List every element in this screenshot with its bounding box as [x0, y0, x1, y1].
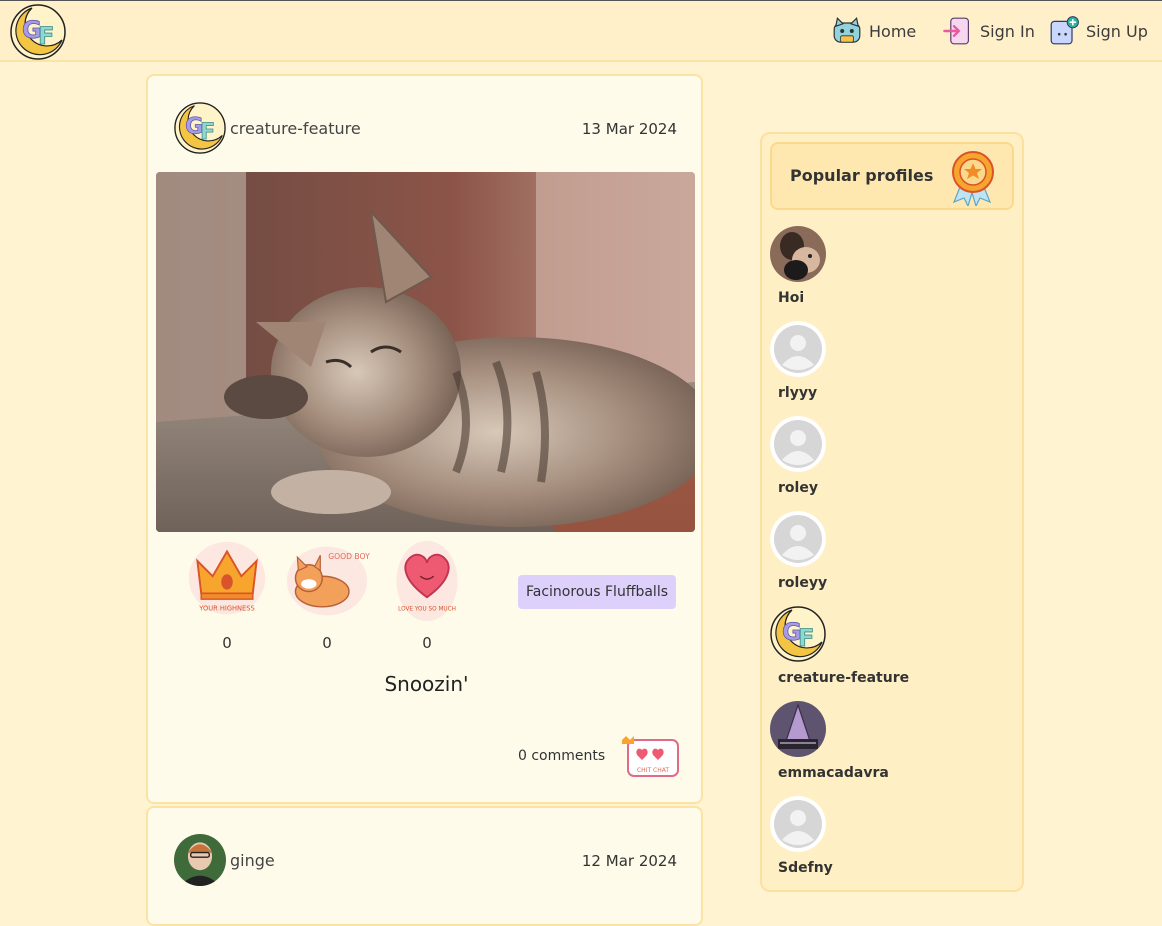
reaction-love-you-button[interactable]: LOVE YOU SO MUCH 0: [382, 536, 472, 652]
nav-sign-in-link[interactable]: Sign In: [942, 15, 1035, 47]
profile-name[interactable]: roleyy: [778, 575, 970, 591]
author-name[interactable]: ginge: [230, 851, 275, 870]
post-date: 13 Mar 2024: [581, 120, 677, 138]
popular-profiles-header: Popular profiles: [770, 142, 1014, 210]
reaction-your-highness-button[interactable]: YOUR HIGHNESS 0: [182, 536, 272, 652]
author-avatar[interactable]: [174, 834, 226, 886]
kitten-photo: [156, 172, 695, 532]
profile-item[interactable]: emmacadavra: [770, 701, 970, 781]
reaction-good-boy-button[interactable]: GOOD BOY 0: [282, 536, 372, 652]
post-card: creature-feature 13 Mar 2024 YOUR HIGHNE…: [146, 74, 703, 804]
popular-profiles-title: Popular profiles: [790, 166, 934, 185]
popular-profiles-panel: Popular profiles Hoi rlyyy roley roleyy: [760, 132, 1024, 892]
profile-avatar[interactable]: [770, 226, 826, 282]
crown-sticker-icon: YOUR HIGHNESS: [188, 541, 266, 615]
default-avatar-icon[interactable]: [770, 321, 826, 377]
default-avatar-icon[interactable]: [770, 511, 826, 567]
nav-sign-in-label: Sign In: [980, 21, 1035, 41]
chit-chat-comment-icon[interactable]: CHIT CHAT: [620, 734, 684, 784]
author-avatar[interactable]: [174, 102, 226, 154]
post-image[interactable]: [156, 172, 695, 532]
nav-sign-up-label: Sign Up: [1086, 21, 1148, 41]
profile-item[interactable]: creature-feature: [770, 606, 970, 686]
reaction-count: 0: [422, 634, 432, 652]
profile-item[interactable]: roleyy: [770, 511, 970, 591]
category-badge[interactable]: Facinorous Fluffballs: [518, 575, 677, 609]
corgi-sticker-icon: GOOD BOY: [286, 546, 370, 616]
award-ribbon-icon: [952, 151, 994, 206]
post-date: 12 Mar 2024: [581, 852, 677, 870]
comments-count-link[interactable]: 0 comments: [518, 748, 605, 764]
profile-item[interactable]: Sdefny: [770, 796, 970, 876]
post-author[interactable]: creature-feature: [174, 102, 361, 154]
profile-item[interactable]: Hoi: [770, 226, 970, 306]
nav-home-link[interactable]: Home: [831, 15, 916, 47]
nav-sign-up-link[interactable]: Sign Up: [1048, 15, 1148, 47]
reaction-count: 0: [322, 634, 332, 652]
default-avatar-icon[interactable]: [770, 796, 826, 852]
sticker-text: YOUR HIGHNESS: [198, 605, 254, 613]
profile-avatar[interactable]: [770, 606, 826, 662]
site-logo[interactable]: [10, 4, 66, 60]
profile-name[interactable]: creature-feature: [778, 670, 970, 686]
profile-item[interactable]: rlyyy: [770, 321, 970, 401]
sign-in-icon: [943, 17, 969, 45]
svg-text:CHIT CHAT: CHIT CHAT: [637, 767, 669, 774]
profile-item[interactable]: roley: [770, 416, 970, 496]
post-card: ginge 12 Mar 2024: [146, 806, 703, 926]
post-title: Snoozin': [384, 672, 469, 696]
sticker-text: GOOD BOY: [328, 552, 370, 561]
profile-avatar[interactable]: [770, 701, 826, 757]
sign-up-icon: [1050, 16, 1079, 45]
cat-home-icon: [833, 16, 861, 43]
reaction-count: 0: [222, 634, 232, 652]
post-author[interactable]: ginge: [174, 834, 275, 886]
author-name[interactable]: creature-feature: [230, 119, 361, 138]
nav-home-label: Home: [869, 21, 917, 41]
navbar: Home Sign In Sign Up: [0, 0, 1162, 62]
default-avatar-icon[interactable]: [770, 416, 826, 472]
profile-name[interactable]: rlyyy: [778, 385, 970, 401]
profile-name[interactable]: Hoi: [778, 290, 970, 306]
profile-name[interactable]: emmacadavra: [778, 765, 970, 781]
sticker-text: LOVE YOU SO MUCH: [398, 607, 456, 613]
heart-sticker-icon: LOVE YOU SO MUCH: [396, 540, 458, 622]
profile-name[interactable]: roley: [778, 480, 970, 496]
